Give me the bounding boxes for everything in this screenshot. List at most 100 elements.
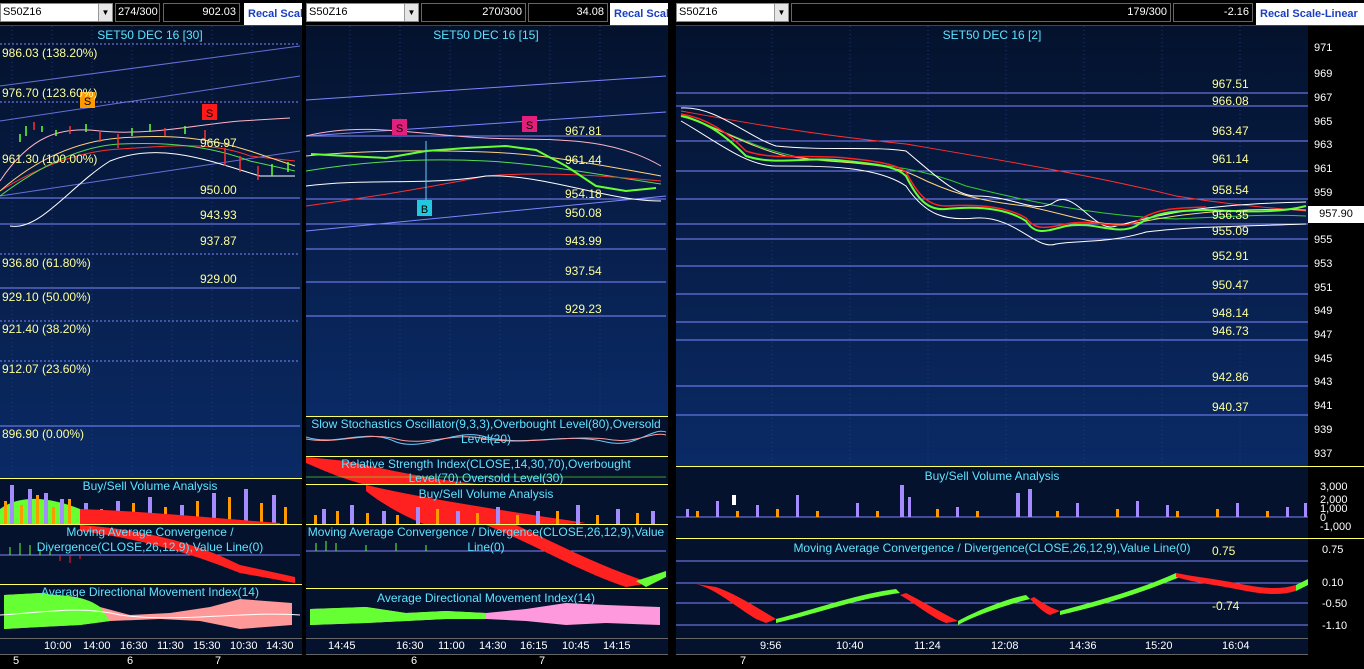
price-tick: 967 [1314,92,1333,104]
chart-title: SET50 DEC 16 [15] [433,28,539,42]
indicator-title: Average Directional Movement Index(14) [377,591,595,605]
level-label: 940.37 [1212,400,1249,414]
time-label: 14:45 [328,640,356,652]
volume-panel[interactable]: Buy/Sell Volume Analysis [306,484,668,525]
buy-signal: B [417,200,432,216]
symbol-select[interactable]: S50Z16 ▼ [676,3,789,22]
level-label: 967.81 [565,124,602,138]
price-axis: 971 969 967 965 963 961 959 957 955 953 … [1308,26,1364,466]
time-label: 11:24 [914,640,941,652]
level-label: 966.97 [200,136,237,150]
price-chart[interactable]: S S SET50 DEC 16 [30] 986.03 (138.20%) 9… [0,26,302,478]
recal-scale-button[interactable]: Recal Scal [244,3,302,25]
time-axis: 9:56 10:40 11:24 12:08 14:36 15:20 16:04 [676,638,1308,654]
recal-scale-button[interactable]: Recal Scale [610,3,668,25]
macd-panel[interactable]: Moving Average Convergence / Divergence(… [0,524,302,584]
chart-pane-3: S50Z16 ▼ 179/300 -2.16 Recal Scale-Linea… [676,0,1364,669]
time-label: 14:36 [1069,640,1097,652]
level-label: 943.93 [200,208,237,222]
time-axis: 10:00 14:00 16:30 11:30 15:30 10:30 14:3… [0,638,302,654]
day-label: 6 [127,655,134,667]
volume-panel[interactable]: Buy/Sell Volume Analysis 3,000 2,000 1,0… [676,466,1364,539]
volume-panel[interactable]: Buy/Sell Volume Analysis [0,478,302,525]
day-label: 7 [539,655,546,667]
last-value: 902.03 [163,3,240,22]
recal-scale-button[interactable]: Recal Scale-Linear [1256,3,1364,25]
sell-signal: S [392,119,407,135]
indicator-title: Slow Stochastics Oscillator(9,3,3),Overb… [311,417,661,446]
symbol-select[interactable]: S50Z16 ▼ [0,3,113,22]
fib-label: 896.90 (0.00%) [2,427,85,441]
toolbar: S50Z16 ▼ 274/300 902.03 Recal Scal [0,0,302,26]
fib-label: 929.10 (50.00%) [2,290,91,304]
price-tick: 971 [1314,42,1333,54]
indicator-title: Average Directional Movement Index(14) [41,585,259,599]
price-tick: 937 [1314,448,1333,460]
price-chart[interactable]: S S B SET50 DEC 16 [15] 967.81 961.44 95… [306,26,668,416]
time-label: 11:00 [438,640,465,652]
sell-signal-label: S [396,123,403,135]
price-chart[interactable]: SET50 DEC 16 [2] 967.51 966.08 963.47 96… [676,26,1308,466]
chevron-down-icon[interactable]: ▼ [774,4,788,21]
day-label: 5 [13,655,20,667]
symbol-value: S50Z16 [309,6,348,18]
level-label: 929.00 [200,272,237,286]
fib-label: 986.03 (138.20%) [2,46,98,60]
time-label: 14:30 [266,640,294,652]
level-label: 950.00 [200,183,237,197]
indicator-title: Buy/Sell Volume Analysis [82,479,218,493]
sell-signal-label: S [526,120,533,132]
price-tick: 943 [1314,376,1333,388]
adx-panel[interactable]: Average Directional Movement Index(14) [306,588,668,638]
rsi-panel[interactable]: Relative Strength Index(CLOSE,14,30,70),… [306,456,668,485]
toolbar: S50Z16 ▼ 179/300 -2.16 Recal Scale-Linea… [676,0,1364,26]
macd-panel[interactable]: Moving Average Convergence / Divergence(… [676,538,1364,639]
time-label: 16:15 [520,640,548,652]
adx-panel[interactable]: Average Directional Movement Index(14) [0,584,302,638]
day-label: 7 [215,655,222,667]
bar-count: 270/300 [421,3,526,22]
date-axis: 7 [676,654,1308,669]
symbol-select[interactable]: S50Z16 ▼ [306,3,419,22]
price-tick: 947 [1314,329,1333,341]
chart-pane-1: S50Z16 ▼ 274/300 902.03 Recal Scal S S S… [0,0,302,669]
price-tick: 969 [1314,68,1333,80]
time-label: 12:08 [991,640,1019,652]
level-label: 961.14 [1212,152,1249,166]
indicator-title: Moving Average Convergence / Divergence(… [36,525,264,554]
price-tick: 955 [1314,234,1333,246]
level-label: 955.09 [1212,224,1249,238]
time-label: 16:04 [1222,640,1250,652]
date-axis: 5 6 7 [0,654,302,669]
macd-tick: -0.50 [1322,598,1348,610]
macd-tick: -1.10 [1322,620,1348,632]
price-chart-svg: S S B [306,26,667,416]
level-label: 950.08 [565,206,602,220]
price-tick: 965 [1314,116,1333,128]
time-label: 15:20 [1145,640,1173,652]
indicator-title: Moving Average Convergence / Divergence(… [307,525,665,554]
indicator-title: Relative Strength Index(CLOSE,14,30,70),… [341,457,631,485]
level-label: 937.54 [565,264,602,278]
level-label: 937.87 [200,234,237,248]
level-label: 948.14 [1212,306,1249,320]
stochastic-panel[interactable]: Slow Stochastics Oscillator(9,3,3),Overb… [306,416,668,456]
fib-label: 921.40 (38.20%) [2,322,91,336]
chart-title: SET50 DEC 16 [2] [942,28,1042,42]
level-label: 942.86 [1212,370,1249,384]
level-label: 946.73 [1212,324,1249,338]
time-label: 14:15 [603,640,631,652]
day-label: 6 [411,655,418,667]
chevron-down-icon[interactable]: ▼ [98,4,112,21]
price-tick: 939 [1314,424,1333,436]
symbol-value: S50Z16 [3,6,42,18]
fib-label: 912.07 (23.60%) [2,362,91,376]
chart-pane-2: S50Z16 ▼ 270/300 34.08 Recal Scale S [306,0,668,669]
time-label: 10:30 [230,640,258,652]
time-label: 10:40 [836,640,864,652]
level-label: 943.99 [565,234,602,248]
chevron-down-icon[interactable]: ▼ [404,4,418,21]
level-label: 966.08 [1212,94,1249,108]
level-label: 963.47 [1212,124,1249,138]
macd-panel[interactable]: Moving Average Convergence / Divergence(… [306,524,668,588]
